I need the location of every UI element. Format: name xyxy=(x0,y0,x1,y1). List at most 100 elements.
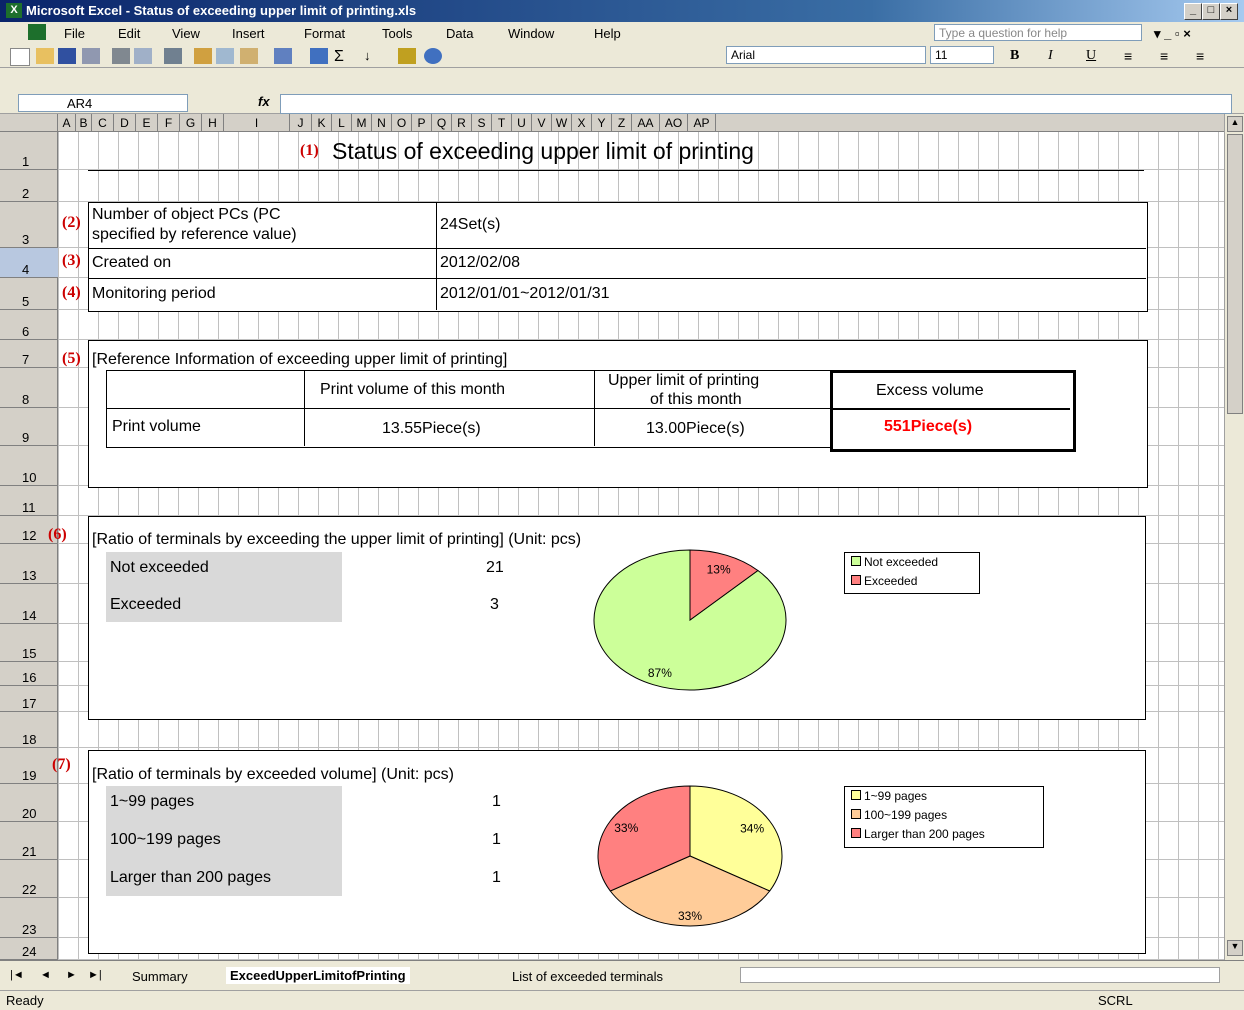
column-header-y[interactable]: Y xyxy=(592,114,612,132)
column-header-q[interactable]: Q xyxy=(432,114,452,132)
row-header-7[interactable]: 7 xyxy=(0,340,58,368)
minimize-icon[interactable]: _ xyxy=(1184,3,1202,20)
column-header-e[interactable]: E xyxy=(136,114,158,132)
column-header-z[interactable]: Z xyxy=(612,114,632,132)
scroll-up-icon[interactable]: ▲ xyxy=(1227,116,1243,132)
column-header-p[interactable]: P xyxy=(412,114,432,132)
italic-button[interactable]: I xyxy=(1048,48,1053,64)
row-header-4[interactable]: 4 xyxy=(0,248,58,278)
column-header-w[interactable]: W xyxy=(552,114,572,132)
tab-nav-prev-icon[interactable]: ◄ xyxy=(40,969,51,981)
row-header-15[interactable]: 15 xyxy=(0,624,58,662)
column-header-g[interactable]: G xyxy=(180,114,202,132)
row-header-16[interactable]: 16 xyxy=(0,662,58,686)
column-header-d[interactable]: D xyxy=(114,114,136,132)
row-header-8[interactable]: 8 xyxy=(0,368,58,408)
row-header-20[interactable]: 20 xyxy=(0,784,58,822)
print-preview-icon[interactable] xyxy=(134,48,152,64)
row-header-11[interactable]: 11 xyxy=(0,486,58,516)
scroll-thumb[interactable] xyxy=(1227,134,1243,414)
underline-button[interactable]: U xyxy=(1086,48,1096,64)
scroll-down-icon[interactable]: ▼ xyxy=(1227,940,1243,956)
formula-input[interactable] xyxy=(280,94,1232,114)
copy-icon[interactable] xyxy=(216,48,234,64)
column-header-k[interactable]: K xyxy=(312,114,332,132)
name-box[interactable]: AR4 xyxy=(18,94,188,112)
tab-list-exceeded-terminals[interactable]: List of exceeded terminals xyxy=(512,969,663,984)
row-header-9[interactable]: 9 xyxy=(0,408,58,446)
column-header-n[interactable]: N xyxy=(372,114,392,132)
maximize-icon[interactable]: □ xyxy=(1202,3,1220,20)
row-header-19[interactable]: 19 xyxy=(0,748,58,784)
hyperlink-icon[interactable] xyxy=(310,48,328,64)
tab-nav-first-icon[interactable]: |◄ xyxy=(10,969,24,981)
doc-minimize-icon[interactable]: ▾ _ ▫ × xyxy=(1154,26,1191,42)
open-icon[interactable] xyxy=(36,48,54,64)
row-header-24[interactable]: 24 xyxy=(0,938,58,960)
align-center-icon[interactable]: ≡ xyxy=(1160,48,1168,64)
chart-wizard-icon[interactable] xyxy=(398,48,416,64)
column-header-ao[interactable]: AO xyxy=(660,114,688,132)
column-header-m[interactable]: M xyxy=(352,114,372,132)
row-header-23[interactable]: 23 xyxy=(0,898,58,938)
row-header-21[interactable]: 21 xyxy=(0,822,58,860)
select-all-corner[interactable] xyxy=(0,114,58,132)
menu-file[interactable]: File xyxy=(64,26,85,41)
paste-icon[interactable] xyxy=(240,48,258,64)
column-header-u[interactable]: U xyxy=(512,114,532,132)
tab-exceed-upper-limit[interactable]: ExceedUpperLimitofPrinting xyxy=(226,967,410,984)
print-icon[interactable] xyxy=(112,48,130,64)
row-header-18[interactable]: 18 xyxy=(0,712,58,748)
help-icon[interactable] xyxy=(424,48,442,64)
row-header-22[interactable]: 22 xyxy=(0,860,58,898)
row-header-14[interactable]: 14 xyxy=(0,584,58,624)
close-icon[interactable]: × xyxy=(1220,3,1238,20)
font-size-box[interactable]: 11 xyxy=(930,46,994,64)
column-header-x[interactable]: X xyxy=(572,114,592,132)
row-header-17[interactable]: 17 xyxy=(0,686,58,712)
align-right-icon[interactable]: ≡ xyxy=(1196,48,1204,64)
spelling-icon[interactable] xyxy=(164,48,182,64)
workbook-icon[interactable] xyxy=(28,24,46,40)
menu-help[interactable]: Help xyxy=(594,26,621,41)
menu-view[interactable]: View xyxy=(172,26,200,41)
row-header-2[interactable]: 2 xyxy=(0,170,58,202)
column-header-o[interactable]: O xyxy=(392,114,412,132)
row-header-5[interactable]: 5 xyxy=(0,278,58,310)
new-icon[interactable] xyxy=(10,48,30,66)
column-header-h[interactable]: H xyxy=(202,114,224,132)
column-header-v[interactable]: V xyxy=(532,114,552,132)
help-search-input[interactable]: Type a question for help xyxy=(934,24,1142,41)
menu-format[interactable]: Format xyxy=(304,26,345,41)
sort-ascending-icon[interactable]: ↓ xyxy=(364,48,382,64)
permission-icon[interactable] xyxy=(82,48,100,64)
row-header-10[interactable]: 10 xyxy=(0,446,58,486)
tab-nav-last-icon[interactable]: ►| xyxy=(88,969,102,981)
cut-icon[interactable] xyxy=(194,48,212,64)
font-name-box[interactable]: Arial xyxy=(726,46,926,64)
column-header-ap[interactable]: AP xyxy=(688,114,716,132)
align-left-icon[interactable]: ≡ xyxy=(1124,48,1132,64)
tab-nav-next-icon[interactable]: ► xyxy=(66,969,77,981)
tab-summary[interactable]: Summary xyxy=(132,969,188,984)
row-header-3[interactable]: 3 xyxy=(0,202,58,248)
bold-button[interactable]: B xyxy=(1010,48,1019,64)
row-header-1[interactable]: 1 xyxy=(0,132,58,170)
menu-tools[interactable]: Tools xyxy=(382,26,412,41)
fx-icon[interactable]: fx xyxy=(258,94,270,109)
column-header-t[interactable]: T xyxy=(492,114,512,132)
column-header-b[interactable]: B xyxy=(76,114,92,132)
menu-data[interactable]: Data xyxy=(446,26,473,41)
column-header-f[interactable]: F xyxy=(158,114,180,132)
autosum-icon[interactable]: Σ xyxy=(334,48,352,65)
menu-insert[interactable]: Insert xyxy=(232,26,265,41)
column-header-r[interactable]: R xyxy=(452,114,472,132)
row-header-13[interactable]: 13 xyxy=(0,544,58,584)
undo-icon[interactable] xyxy=(274,48,292,64)
horizontal-scrollbar[interactable] xyxy=(740,967,1220,983)
menu-window[interactable]: Window xyxy=(508,26,554,41)
vertical-scrollbar[interactable]: ▲ ▼ xyxy=(1224,114,1244,960)
column-header-l[interactable]: L xyxy=(332,114,352,132)
row-header-6[interactable]: 6 xyxy=(0,310,58,340)
save-icon[interactable] xyxy=(58,48,76,64)
